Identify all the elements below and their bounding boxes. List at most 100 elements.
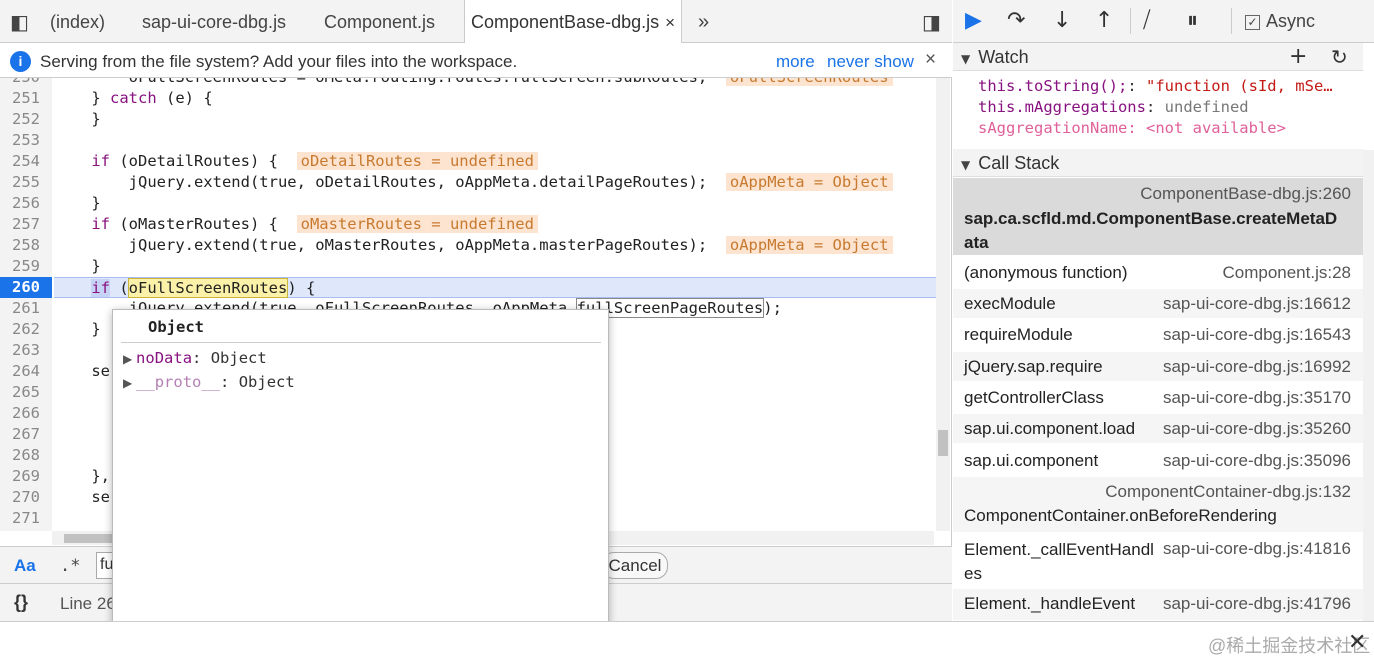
- async-checkbox[interactable]: ✓ Async: [1245, 11, 1315, 32]
- infobar-never-show-link[interactable]: never show: [827, 52, 914, 72]
- line-number[interactable]: 261: [0, 298, 52, 319]
- line-number[interactable]: 255: [0, 172, 52, 193]
- watch-header[interactable]: ▼ Watch + ↻: [953, 43, 1363, 71]
- call-frame[interactable]: requireModule sap-ui-core-dbg.js:16543: [953, 320, 1363, 350]
- deactivate-breakpoints-icon[interactable]: ⧸: [1143, 8, 1150, 33]
- code-text: oFullScreenRoutes = oMeta.routing.routes…: [129, 78, 708, 86]
- pause-on-exceptions-icon[interactable]: ⏸: [1187, 8, 1198, 33]
- debugger-toolbar: ▶ ↷ ↓ ↑ ⧸ ⏸ ✓ Async: [953, 0, 1374, 43]
- object-property-row[interactable]: ▶ noData: Object: [123, 349, 267, 367]
- line-number[interactable]: 258: [0, 235, 52, 256]
- popover-divider: [121, 342, 601, 343]
- tab-componentbase-dbg[interactable]: ComponentBase-dbg.js ×: [464, 0, 683, 44]
- toggle-navigator-icon[interactable]: ◧: [10, 0, 29, 43]
- frame-location: ComponentContainer-dbg.js:132: [1105, 482, 1351, 501]
- line-number[interactable]: 256: [0, 193, 52, 214]
- code-keyword: if: [54, 215, 110, 233]
- call-frame[interactable]: Element._handleEvent sap-ui-core-dbg.js:4…: [953, 589, 1363, 621]
- callstack-title: Call Stack: [978, 153, 1060, 173]
- pretty-print-icon[interactable]: {}: [14, 592, 28, 613]
- line-number[interactable]: 262: [0, 319, 52, 340]
- object-property-row[interactable]: ▶ __proto__: Object: [123, 373, 295, 391]
- breakpoint-line-number[interactable]: 260: [0, 277, 52, 298]
- cursor-position: Line 26: [60, 594, 116, 613]
- line-number[interactable]: 272: [0, 529, 52, 531]
- code-text: );: [763, 299, 782, 317]
- expand-arrow-icon[interactable]: ▶: [123, 352, 136, 366]
- call-frame[interactable]: execModule sap-ui-core-dbg.js:16612: [953, 289, 1363, 319]
- resume-icon[interactable]: ▶: [965, 8, 982, 33]
- line-number[interactable]: 269: [0, 466, 52, 487]
- refresh-icon[interactable]: ↻: [1331, 43, 1348, 71]
- tab-component[interactable]: Component.js: [324, 0, 435, 43]
- line-number[interactable]: 271: [0, 508, 52, 529]
- call-frame[interactable]: jQuery.sap.require sap-ui-core-dbg.js:169…: [953, 352, 1363, 382]
- cancel-button[interactable]: Cancel: [602, 552, 668, 579]
- toolbar-divider: [1231, 8, 1232, 34]
- code-line: }: [54, 110, 101, 128]
- code-line: se: [54, 488, 110, 506]
- code-text: (oDetailRoutes) {: [110, 152, 297, 170]
- expand-arrow-icon[interactable]: ▶: [123, 376, 136, 390]
- line-number[interactable]: 263: [0, 340, 52, 361]
- current-execution-line: if (oFullScreenRoutes) {: [54, 277, 936, 298]
- checkbox-checked-icon[interactable]: ✓: [1245, 14, 1260, 30]
- line-number[interactable]: 257: [0, 214, 52, 235]
- watch-value: undefined: [1164, 98, 1249, 116]
- tab-close-icon[interactable]: ×: [665, 13, 675, 32]
- line-number[interactable]: 267: [0, 424, 52, 445]
- call-frame-selected[interactable]: ComponentBase-dbg.js:260 sap.ca.scfld.md…: [953, 178, 1363, 256]
- line-number[interactable]: 259: [0, 256, 52, 277]
- frame-location: sap-ui-core-dbg.js:41796: [1162, 594, 1351, 613]
- call-frame[interactable]: sap.ui.component sap-ui-core-dbg.js:35096: [953, 446, 1363, 476]
- line-number[interactable]: 250: [0, 78, 52, 88]
- line-number[interactable]: 266: [0, 403, 52, 424]
- tab-sap-ui-core-dbg[interactable]: sap-ui-core-dbg.js: [142, 0, 286, 43]
- code-text: ) {: [287, 279, 316, 297]
- line-number[interactable]: 253: [0, 130, 52, 151]
- code-line: jQuery.extend(true, oDetailRoutes, oAppM…: [54, 172, 893, 193]
- toggle-debugger-icon[interactable]: ◨: [922, 0, 941, 43]
- toolbar-divider: [1130, 8, 1131, 34]
- watch-expression[interactable]: this.toString();: "function (sId, mSe…: [978, 77, 1333, 95]
- watch-expr: this.mAggregations: [978, 98, 1146, 116]
- line-number[interactable]: 265: [0, 382, 52, 403]
- scroll-thumb[interactable]: [938, 430, 948, 456]
- callstack-header[interactable]: ▼ Call Stack: [953, 149, 1363, 177]
- editor-vertical-scrollbar[interactable]: [936, 78, 950, 531]
- step-over-icon[interactable]: ↷: [1007, 8, 1025, 33]
- inline-value: oDetailRoutes = undefined: [296, 152, 538, 170]
- code-line: }: [54, 320, 101, 338]
- infobar-more-link[interactable]: more: [776, 52, 815, 72]
- hovered-token[interactable]: oFullScreenRoutes: [127, 278, 289, 298]
- line-number[interactable]: 252: [0, 109, 52, 130]
- watch-expression[interactable]: this.mAggregations: undefined: [978, 98, 1249, 116]
- sidebar-scrollbar[interactable]: [1363, 150, 1374, 621]
- line-number[interactable]: 268: [0, 445, 52, 466]
- inline-value: oMasterRoutes = undefined: [296, 215, 538, 233]
- line-number[interactable]: 251: [0, 88, 52, 109]
- step-out-icon[interactable]: ↑: [1095, 8, 1113, 33]
- call-frame[interactable]: ComponentContainer-dbg.js:132 ComponentCo…: [953, 477, 1363, 533]
- code-line: if (oDetailRoutes) { oDetailRoutes = und…: [54, 151, 538, 172]
- tab-index[interactable]: (index): [50, 0, 105, 43]
- code-text: (e) {: [156, 89, 213, 107]
- match-case-button[interactable]: Aa: [14, 556, 36, 576]
- close-icon[interactable]: ✕: [1348, 630, 1366, 655]
- code-text: jQuery.extend(true, oDetailRoutes, oAppM…: [54, 173, 726, 191]
- frame-location: sap-ui-core-dbg.js:16543: [1162, 325, 1351, 344]
- watch-expression[interactable]: sAggregationName: <not available>: [978, 119, 1286, 137]
- line-number[interactable]: 254: [0, 151, 52, 172]
- regex-button[interactable]: .*: [60, 556, 80, 576]
- line-number[interactable]: 264: [0, 361, 52, 382]
- call-frame[interactable]: Element._callEventHandles sap-ui-core-dbg…: [953, 534, 1363, 588]
- line-number[interactable]: 270: [0, 487, 52, 508]
- call-frame[interactable]: (anonymous function) Component.js:28: [953, 258, 1363, 288]
- step-into-icon[interactable]: ↓: [1053, 8, 1071, 33]
- more-tabs-icon[interactable]: »: [698, 0, 709, 43]
- call-frame[interactable]: sap.ui.component.load sap-ui-core-dbg.js:…: [953, 414, 1363, 444]
- infobar-close-icon[interactable]: ×: [925, 49, 936, 71]
- add-watch-icon[interactable]: +: [1289, 43, 1307, 71]
- call-frame[interactable]: getControllerClass sap-ui-core-dbg.js:351…: [953, 383, 1363, 413]
- code-text: jQuery.extend(true, oMasterRoutes, oAppM…: [54, 236, 726, 254]
